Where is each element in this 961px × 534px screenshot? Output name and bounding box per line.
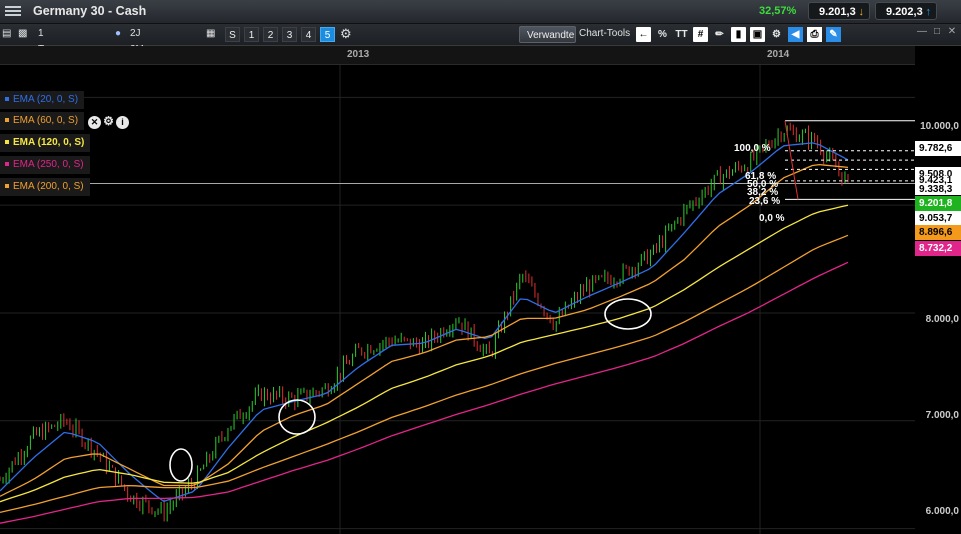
settings-tool-icon[interactable]: ✎	[826, 27, 841, 42]
ema-lines	[0, 142, 849, 524]
indicator-settings-gear-icon[interactable]: ⚙	[102, 115, 115, 128]
count-button-1[interactable]: 1	[244, 27, 259, 42]
annotation-circle	[278, 399, 316, 435]
legend-label: EMA (120, 0, S)	[13, 137, 85, 148]
ema-line	[0, 204, 849, 503]
ema-line	[0, 142, 849, 503]
instrument-title: Germany 30 - Cash	[33, 4, 147, 18]
buy-price-button[interactable]: 9.202,3 ↑	[875, 2, 937, 20]
chart-toolbar: ▤ ▩ 1 Tag▼ ● 2J 2M▼ ▦ S 1 2 3 4 5 ⚙ Verw…	[0, 24, 961, 55]
range-select[interactable]: 2J 2M▼	[130, 26, 202, 55]
interval-select[interactable]: 1 Tag▼	[38, 26, 108, 55]
grid-tool-icon[interactable]: #	[693, 27, 708, 42]
info-icon[interactable]: i	[116, 116, 129, 129]
price-label-low: 9.053,7	[915, 211, 961, 226]
change-percent: 32,57%	[759, 5, 797, 17]
annotation-circles	[169, 298, 652, 482]
export-icon[interactable]: ▩	[18, 26, 30, 42]
range-button-s[interactable]: S	[225, 27, 240, 42]
legend-swatch	[5, 184, 9, 189]
price-label-current: 9.201,8	[915, 196, 961, 211]
legend-ema-120[interactable]: EMA (120, 0, S)	[0, 134, 91, 152]
price-tick: 7.000,0	[925, 410, 959, 421]
fib-label-100: 100,0 %	[734, 143, 771, 154]
price-chart[interactable]	[0, 45, 961, 534]
crosshair-tool-icon[interactable]: ←	[636, 27, 651, 42]
draw-line-icon[interactable]: ✏	[712, 27, 727, 42]
legend-swatch	[5, 162, 9, 167]
gear-icon[interactable]: ⚙	[340, 26, 354, 42]
price-label-ema-250: 8.732,2	[915, 241, 961, 256]
related-button[interactable]: Verwandte	[519, 26, 576, 43]
count-button-3[interactable]: 3	[282, 27, 297, 42]
count-button-2[interactable]: 2	[263, 27, 278, 42]
fib-label-23-6: 23,6 %	[749, 196, 781, 207]
text-tool[interactable]: TT	[674, 27, 689, 42]
remove-indicator-icon[interactable]: ✕	[88, 116, 101, 129]
label-tool-icon[interactable]: ◀	[788, 27, 803, 42]
legend-label: EMA (20, 0, S)	[13, 94, 79, 105]
fibonacci-retracement	[784, 120, 915, 200]
price-label-ema-200: 8.896,6	[915, 225, 961, 240]
legend-label: EMA (60, 0, S)	[13, 115, 79, 126]
price-tick: 8.000,0	[925, 314, 959, 325]
buy-price: 9.202,3	[886, 6, 923, 18]
close-icon[interactable]: ✕	[946, 26, 958, 38]
legend-actions: ✕ ⚙ i	[88, 112, 130, 129]
print-icon[interactable]: ⎙	[807, 27, 822, 42]
indicators-icon[interactable]: ⚙	[769, 27, 784, 42]
sell-price-button[interactable]: 9.201,3 ↓	[808, 2, 870, 20]
list-icon[interactable]: ▤	[2, 26, 14, 42]
compare-chart-icon[interactable]: ▣	[750, 27, 765, 42]
count-button-5[interactable]: 5	[320, 27, 335, 42]
price-bars	[0, 122, 849, 522]
legend-swatch	[5, 118, 9, 123]
calendar-icon[interactable]: ▦	[206, 26, 220, 42]
price-label-high: 9.782,6	[915, 141, 961, 156]
minimize-icon[interactable]: —	[916, 26, 928, 38]
legend-ema-20[interactable]: EMA (20, 0, S)	[0, 91, 85, 109]
annotation-circle	[169, 448, 193, 482]
title-bar: Germany 30 - Cash 32,57% 9.201,3 ↓ 9.202…	[0, 0, 961, 24]
hamburger-menu-icon[interactable]	[5, 4, 21, 18]
legend-label: EMA (200, 0, S)	[13, 181, 84, 192]
lock-icon[interactable]: ●	[115, 26, 125, 42]
legend-ema-250[interactable]: EMA (250, 0, S)	[0, 156, 90, 174]
sell-price: 9.201,3	[819, 6, 856, 18]
legend-swatch	[5, 140, 9, 145]
percent-tool[interactable]: %	[655, 27, 670, 42]
price-tick: 10.000,0	[920, 121, 959, 132]
arrow-up-icon: ↑	[925, 6, 932, 18]
legend-swatch	[5, 97, 9, 102]
price-label-fib-382: 9.338,3	[915, 185, 961, 195]
restore-icon[interactable]: □	[931, 26, 943, 38]
ema-line	[0, 163, 849, 497]
chart-tools-label: Chart-Tools	[579, 28, 631, 39]
count-button-4[interactable]: 4	[301, 27, 316, 42]
candlestick-icon[interactable]: ▮	[731, 27, 746, 42]
fib-label-0: 0,0 %	[759, 213, 785, 224]
price-tick: 6.000,0	[925, 506, 959, 517]
legend-ema-60[interactable]: EMA (60, 0, S)	[0, 112, 85, 130]
price-axis[interactable]: 10.000,0 8.000,0 7.000,0 6.000,0	[915, 64, 961, 534]
annotation-circle	[604, 298, 652, 330]
legend-label: EMA (250, 0, S)	[13, 159, 84, 170]
ema-line	[0, 261, 849, 524]
legend-ema-200[interactable]: EMA (200, 0, S)	[0, 178, 90, 196]
arrow-down-icon: ↓	[858, 6, 865, 18]
